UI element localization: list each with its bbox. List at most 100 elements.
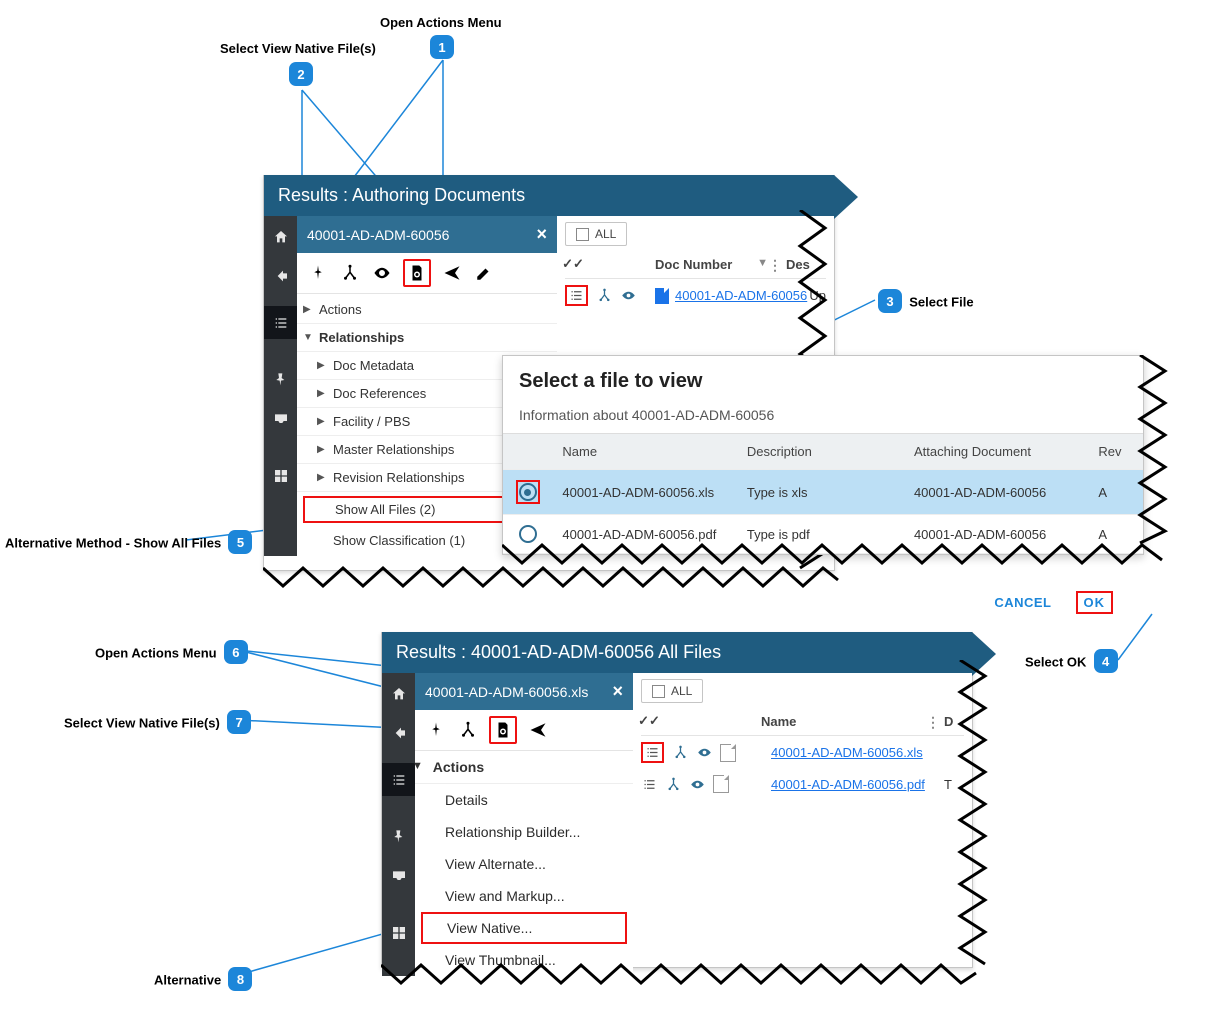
view-native-icon[interactable] xyxy=(403,259,431,287)
action-details[interactable]: Details xyxy=(415,784,633,816)
action-view-markup[interactable]: View and Markup... xyxy=(415,880,633,912)
actions-list: ▼ Actions Details Relationship Builder..… xyxy=(415,751,633,976)
eye-icon[interactable] xyxy=(371,262,393,284)
col-desc: Description xyxy=(737,434,904,469)
table-row[interactable]: 40001-AD-ADM-60056.pdf Type is pdf 40001… xyxy=(503,515,1143,554)
file-link[interactable]: 40001-AD-ADM-60056.pdf xyxy=(771,777,925,792)
tree-relationships[interactable]: ▼Relationships xyxy=(297,324,557,352)
cell-rev: A xyxy=(1088,475,1143,510)
close-icon[interactable]: × xyxy=(536,224,547,245)
rail-grid-icon[interactable] xyxy=(382,916,415,949)
col-name: Name xyxy=(552,434,736,469)
rail-grid-icon[interactable] xyxy=(264,459,297,492)
all-button[interactable]: ALL xyxy=(565,222,627,246)
tripod-icon[interactable] xyxy=(457,719,479,741)
row-t: T xyxy=(944,777,964,792)
rail-list-icon[interactable] xyxy=(382,763,415,796)
cell-desc: Type is xls xyxy=(737,475,904,510)
col-attach: Attaching Document xyxy=(904,434,1088,469)
tripod-icon[interactable] xyxy=(339,262,361,284)
ok-button[interactable]: OK xyxy=(1076,591,1114,614)
action-view-thumbnail[interactable]: View Thumbnail... xyxy=(415,944,633,976)
file-icon xyxy=(720,744,736,762)
dialog-subtitle: Information about 40001-AD-ADM-60056 xyxy=(503,397,1143,433)
action-view-alternate[interactable]: View Alternate... xyxy=(415,848,633,880)
cell-attach: 40001-AD-ADM-60056 xyxy=(904,475,1088,510)
rail-inbox-icon[interactable] xyxy=(382,859,415,892)
panel-all-files: Results : 40001-AD-ADM-60056 All Files 4… xyxy=(381,632,973,968)
rail-home-icon[interactable] xyxy=(382,677,415,710)
action-relationship-builder[interactable]: Relationship Builder... xyxy=(415,816,633,848)
radio-unselected[interactable] xyxy=(519,525,537,543)
breadcrumb: 40001-AD-ADM-60056.xls × xyxy=(415,673,633,710)
rail-back-icon[interactable] xyxy=(264,259,297,292)
grid-header: ✓✓ Doc Number▼⋮ Des xyxy=(565,256,826,279)
callout-badge-1: 1 xyxy=(430,35,454,59)
send-icon[interactable] xyxy=(441,262,463,284)
grid-row[interactable]: 40001-AD-ADM-60056 Up xyxy=(565,279,826,312)
row-tripod-icon[interactable] xyxy=(665,776,681,792)
file-link[interactable]: 40001-AD-ADM-60056.xls xyxy=(771,745,923,760)
breadcrumb: 40001-AD-ADM-60056 × xyxy=(297,216,557,253)
actions-menu-icon[interactable] xyxy=(641,742,664,763)
edit-icon[interactable] xyxy=(473,262,495,284)
callout-1: Open Actions Menu xyxy=(380,14,502,30)
rail-list-icon[interactable] xyxy=(264,306,297,339)
toolbar xyxy=(415,710,633,751)
cancel-button[interactable]: CANCEL xyxy=(994,595,1051,610)
actions-header[interactable]: ▼ Actions xyxy=(415,751,633,784)
all-button[interactable]: ALL xyxy=(641,679,703,703)
callout-2: Select View Native File(s) xyxy=(220,40,376,56)
breadcrumb-text: 40001-AD-ADM-60056 xyxy=(307,227,449,243)
left-rail xyxy=(382,673,415,976)
rail-pin-icon[interactable] xyxy=(264,363,297,396)
row-eye-icon[interactable] xyxy=(620,288,636,304)
toolbar xyxy=(297,253,557,294)
actions-menu-icon[interactable] xyxy=(565,285,588,306)
row-list-icon[interactable] xyxy=(641,776,657,792)
pin-icon[interactable] xyxy=(307,262,329,284)
tree-actions[interactable]: ▶Actions xyxy=(297,296,557,324)
callout-3: 3 Select File xyxy=(878,289,974,313)
doc-link[interactable]: 40001-AD-ADM-60056 xyxy=(675,288,807,303)
col-d: D xyxy=(944,714,964,729)
radio-selected[interactable] xyxy=(519,483,537,501)
view-native-icon[interactable] xyxy=(489,716,517,744)
callout-4: Select OK 4 xyxy=(1025,649,1118,673)
col-menu-icon[interactable]: ⋮ xyxy=(768,257,782,274)
filter-icon[interactable]: ▼ xyxy=(757,257,768,269)
col-doc-number[interactable]: Doc Number▼⋮ xyxy=(655,257,786,272)
col-name[interactable]: Name⋮ xyxy=(761,714,944,729)
rail-home-icon[interactable] xyxy=(264,220,297,253)
panel-title: Results : 40001-AD-ADM-60056 All Files xyxy=(382,632,972,673)
dialog-title: Select a file to view xyxy=(503,356,1143,397)
rail-back-icon[interactable] xyxy=(382,716,415,749)
table-row[interactable]: 40001-AD-ADM-60056.xls Type is xls 40001… xyxy=(503,470,1143,515)
panel-title: Results : Authoring Documents xyxy=(264,175,834,216)
row-tripod-icon[interactable] xyxy=(596,288,612,304)
rail-pin-icon[interactable] xyxy=(382,820,415,853)
grid-row[interactable]: 40001-AD-ADM-60056.xls xyxy=(641,736,964,769)
row-eye-icon[interactable] xyxy=(689,776,705,792)
callout-6: Open Actions Menu 6 xyxy=(95,640,248,664)
doc-icon xyxy=(655,288,669,304)
col-description: Des xyxy=(786,257,826,272)
rail-inbox-icon[interactable] xyxy=(264,402,297,435)
close-icon[interactable]: × xyxy=(612,681,623,702)
cell-name: 40001-AD-ADM-60056.pdf xyxy=(552,517,736,552)
grid-row[interactable]: 40001-AD-ADM-60056.pdf T xyxy=(641,769,964,799)
col-rev: Rev xyxy=(1088,434,1143,469)
cell-desc: Type is pdf xyxy=(737,517,904,552)
pin-icon[interactable] xyxy=(425,719,447,741)
row-eye-icon[interactable] xyxy=(696,745,712,761)
cell-attach: 40001-AD-ADM-60056 xyxy=(904,517,1088,552)
file-icon xyxy=(713,775,729,793)
checkall-icon[interactable]: ✓✓ xyxy=(565,256,581,272)
action-view-native[interactable]: View Native... xyxy=(421,912,627,944)
send-icon[interactable] xyxy=(527,719,549,741)
checkall-icon[interactable]: ✓✓ xyxy=(641,713,657,729)
col-menu-icon[interactable]: ⋮ xyxy=(926,714,940,731)
side-panel: 40001-AD-ADM-60056.xls × ▼ Actions Detai… xyxy=(415,673,633,976)
row-tripod-icon[interactable] xyxy=(672,745,688,761)
cell-name: 40001-AD-ADM-60056.xls xyxy=(552,475,736,510)
